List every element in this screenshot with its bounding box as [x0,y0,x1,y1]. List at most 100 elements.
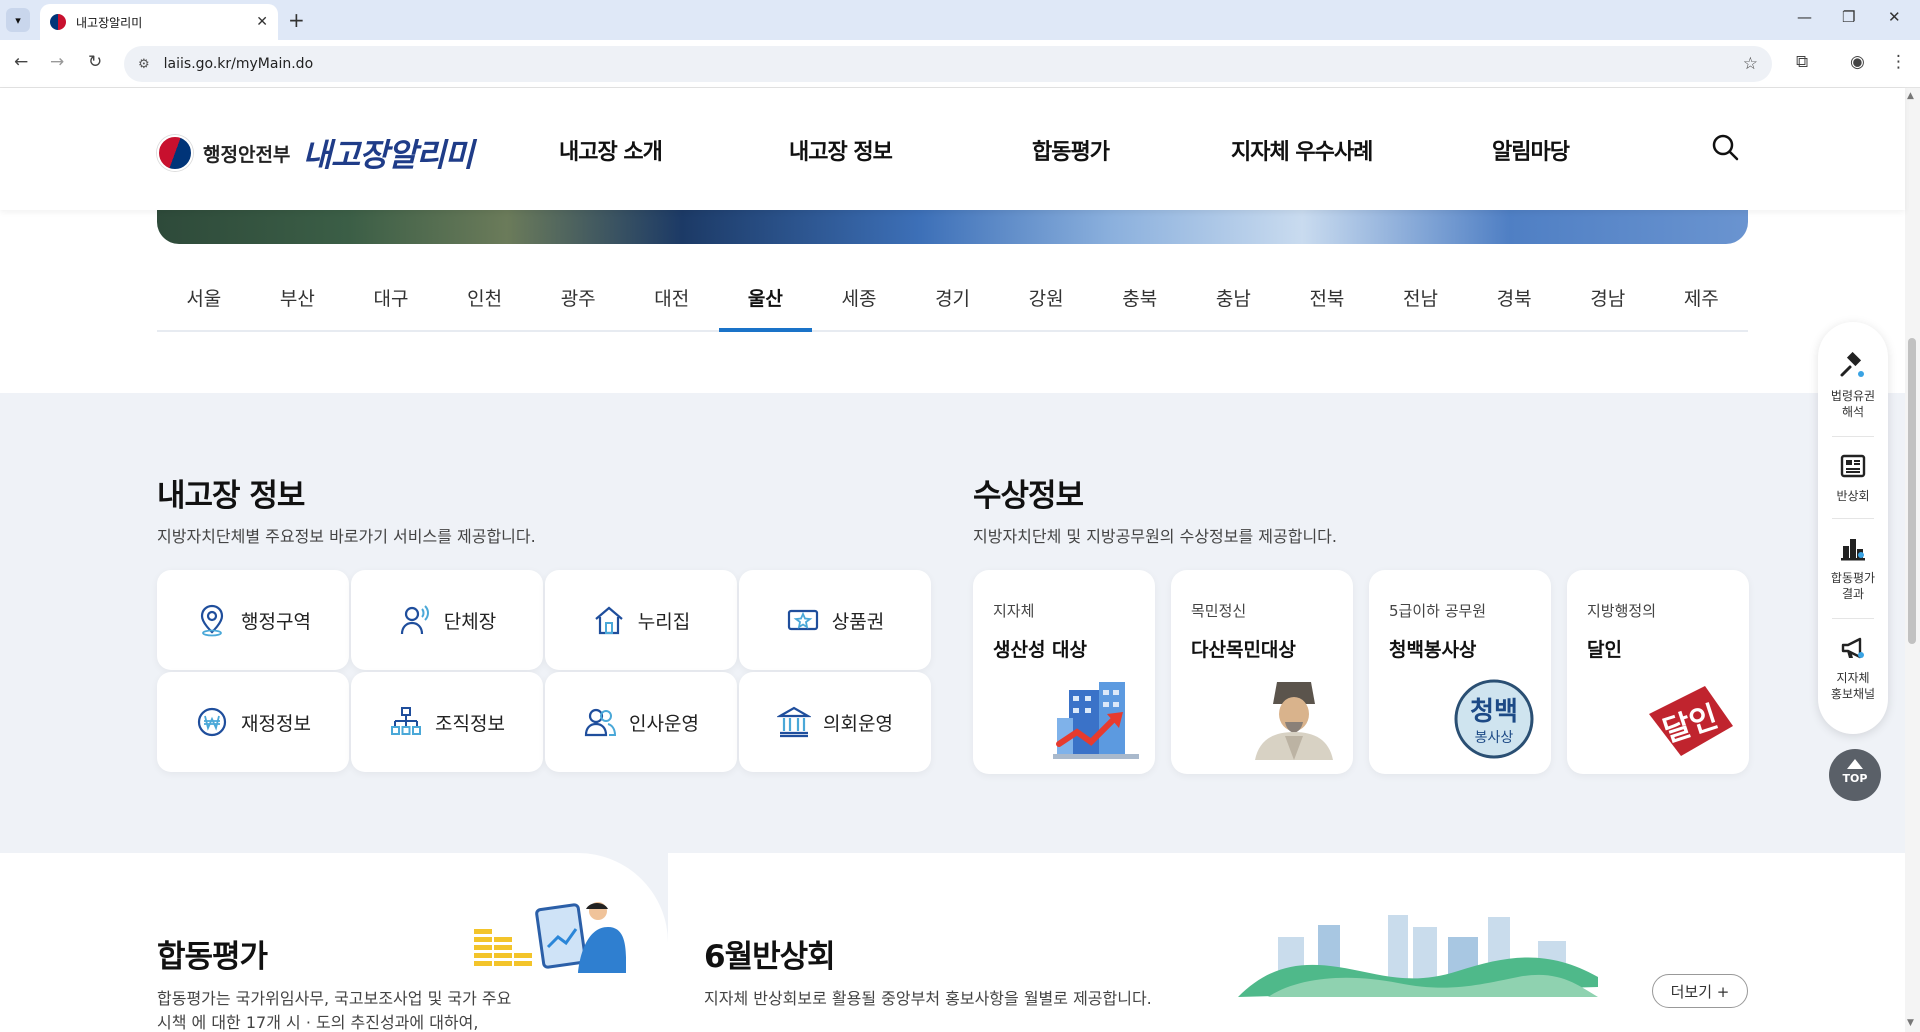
divider [1832,618,1874,619]
building-growth-icon [1053,682,1139,759]
divider [1832,436,1874,437]
voucher-ticket-icon [787,609,818,631]
info-card-label: 단체장 [443,610,497,633]
podium-chart-icon [1841,539,1865,561]
restore-icon[interactable]: ❐ [1842,8,1855,26]
joint-eval-desc-line1: 합동평가는 국가위임사무, 국고보조사업 및 국가 주요 [157,989,512,1008]
region-tab-jeonnam[interactable]: 전남 [1374,270,1468,330]
award-card-cheongbaek[interactable]: 5급이하 공무원 청백봉사상 청백 봉사상 [1369,570,1551,774]
search-icon[interactable] [1710,132,1740,162]
evaluation-illustration-icon [474,902,626,973]
award-card-dasan[interactable]: 목민정신 다산목민대상 [1171,570,1353,774]
region-tab-seoul[interactable]: 서울 [157,270,251,330]
quick-label: 결과 [1841,587,1865,601]
award-main: 달인 [1587,639,1622,661]
region-tab-gyeongnam[interactable]: 경남 [1561,270,1655,330]
info-card-admin-area[interactable]: 행정구역 [157,570,349,670]
browser-tab[interactable]: 내고장알리미 ✕ [40,4,278,40]
info-card-council[interactable]: 의회운영 [739,672,931,772]
info-card-homepage[interactable]: 누리집 [545,570,737,670]
joint-eval-title: 합동평가 [157,939,268,975]
region-tab-gyeongbuk[interactable]: 경북 [1467,270,1561,330]
info-card-personnel[interactable]: 인사운영 [545,672,737,772]
region-tab-incheon[interactable]: 인천 [438,270,532,330]
award-card-master[interactable]: 지방행정의 달인 달인 [1567,570,1749,774]
ministry-name: 행정안전부 [203,143,291,166]
browser-toolbar: ← → ↻ ⚙ laiis.go.kr/myMain.do ☆ ⧉ ◉ ⋮ [0,40,1920,88]
quick-neighborhood-meeting[interactable]: 반상회 [1818,452,1888,504]
region-tab-daejeon[interactable]: 대전 [625,270,719,330]
region-tab-jeonbuk[interactable]: 전북 [1280,270,1374,330]
region-tab-gwangju[interactable]: 광주 [531,270,625,330]
scrollbar-thumb[interactable] [1908,338,1916,644]
bookmark-star-icon[interactable]: ☆ [1743,54,1758,74]
scroll-top-button[interactable]: TOP [1829,749,1881,801]
quick-label: 합동평가 [1830,571,1876,585]
city-skyline-illustration-icon [1238,915,1598,997]
nav-intro[interactable]: 내고장 소개 [559,134,663,166]
quick-pr-channel[interactable]: 지자체 홍보채널 [1818,634,1888,702]
region-tab-sejong[interactable]: 세종 [812,270,906,330]
nav-info[interactable]: 내고장 정보 [789,134,893,166]
joint-eval-desc-line2: 시책 에 대한 17개 시 · 도의 추진성과에 대하여, [157,1013,479,1032]
region-tab-jeju[interactable]: 제주 [1655,270,1749,330]
info-card-finance[interactable]: 재정정보 [157,672,349,772]
award-sub: 목민정신 [1191,602,1247,620]
close-tab-icon[interactable]: ✕ [256,14,268,30]
gavel-icon [1840,352,1864,377]
nav-best-practice[interactable]: 지자체 우수사례 [1231,134,1373,166]
tab-search-chevron-icon[interactable]: ▾ [6,8,30,32]
region-tab-gyeonggi[interactable]: 경기 [906,270,1000,330]
newspaper-icon [1840,454,1866,478]
scroll-down-arrow-icon[interactable]: ▼ [1907,1018,1914,1028]
people-icon [584,708,617,737]
site-header: 행정안전부 내고장알리미 내고장 소개 내고장 정보 합동평가 지자체 우수사례… [0,88,1905,210]
scroll-up-arrow-icon[interactable]: ▲ [1907,91,1914,101]
info-card-voucher[interactable]: 상품권 [739,570,931,670]
forward-icon[interactable]: → [50,52,64,72]
meeting-desc: 지자체 반상회보로 활용될 중앙부처 홍보사항을 월별로 제공합니다. [704,989,1152,1008]
quick-joint-eval-results[interactable]: 합동평가 결과 [1818,534,1888,602]
quick-label: 법령유권 [1830,389,1876,403]
menu-kebab-icon[interactable]: ⋮ [1890,52,1907,72]
minimize-icon[interactable]: — [1797,8,1812,26]
region-tab-busan[interactable]: 부산 [251,270,345,330]
award-card-productivity[interactable]: 지자체 생산성 대상 [973,570,1155,774]
info-card-label: 조직정보 [435,712,505,735]
site-logo[interactable]: 행정안전부 내고장알리미 [157,130,474,176]
info-card-head[interactable]: 단체장 [351,570,543,670]
won-coin-icon [197,707,227,737]
nav-joint-eval[interactable]: 합동평가 [1032,134,1110,166]
info-desc: 지방자치단체별 주요정보 바로가기 서비스를 제공합니다. [157,527,536,546]
megaphone-icon [1841,637,1864,659]
profile-icon[interactable]: ◉ [1850,52,1865,72]
region-tab-daegu[interactable]: 대구 [344,270,438,330]
info-card-label: 행정구역 [241,610,311,633]
back-icon[interactable]: ← [14,52,28,72]
info-card-organization[interactable]: 조직정보 [351,672,543,772]
address-bar[interactable]: ⚙ laiis.go.kr/myMain.do ☆ [124,46,1772,82]
home-icon [595,606,623,635]
quick-legal-interpretation[interactable]: 법령유권 해석 [1818,352,1888,420]
region-tab-chungnam[interactable]: 충남 [1187,270,1281,330]
quick-label: 지자체 [1836,671,1870,685]
window-close-icon[interactable]: ✕ [1888,8,1901,26]
government-emblem-icon [157,135,193,171]
reload-icon[interactable]: ↻ [88,52,102,72]
new-tab-icon[interactable]: + [288,8,305,32]
arrow-up-icon [1847,759,1863,769]
master-stamp-icon: 달인 [1649,686,1733,756]
seal-text-main: 청백 [1470,697,1518,727]
nav-notice[interactable]: 알림마당 [1492,134,1570,166]
joint-eval-panel: 합동평가 합동평가는 국가위임사무, 국고보조사업 및 국가 주요 시책 에 대… [0,853,668,1032]
favicon-icon [50,14,66,30]
more-button[interactable]: 더보기 + [1652,974,1748,1008]
site-info-icon[interactable]: ⚙ [138,57,150,72]
award-main: 청백봉사상 [1389,639,1477,661]
extensions-icon[interactable]: ⧉ [1796,52,1808,72]
region-tab-chungbuk[interactable]: 충북 [1093,270,1187,330]
scholar-portrait-icon [1255,682,1333,760]
region-tab-gangwon[interactable]: 강원 [999,270,1093,330]
awards-title: 수상정보 [973,478,1084,514]
region-tab-ulsan[interactable]: 울산 [718,270,813,332]
